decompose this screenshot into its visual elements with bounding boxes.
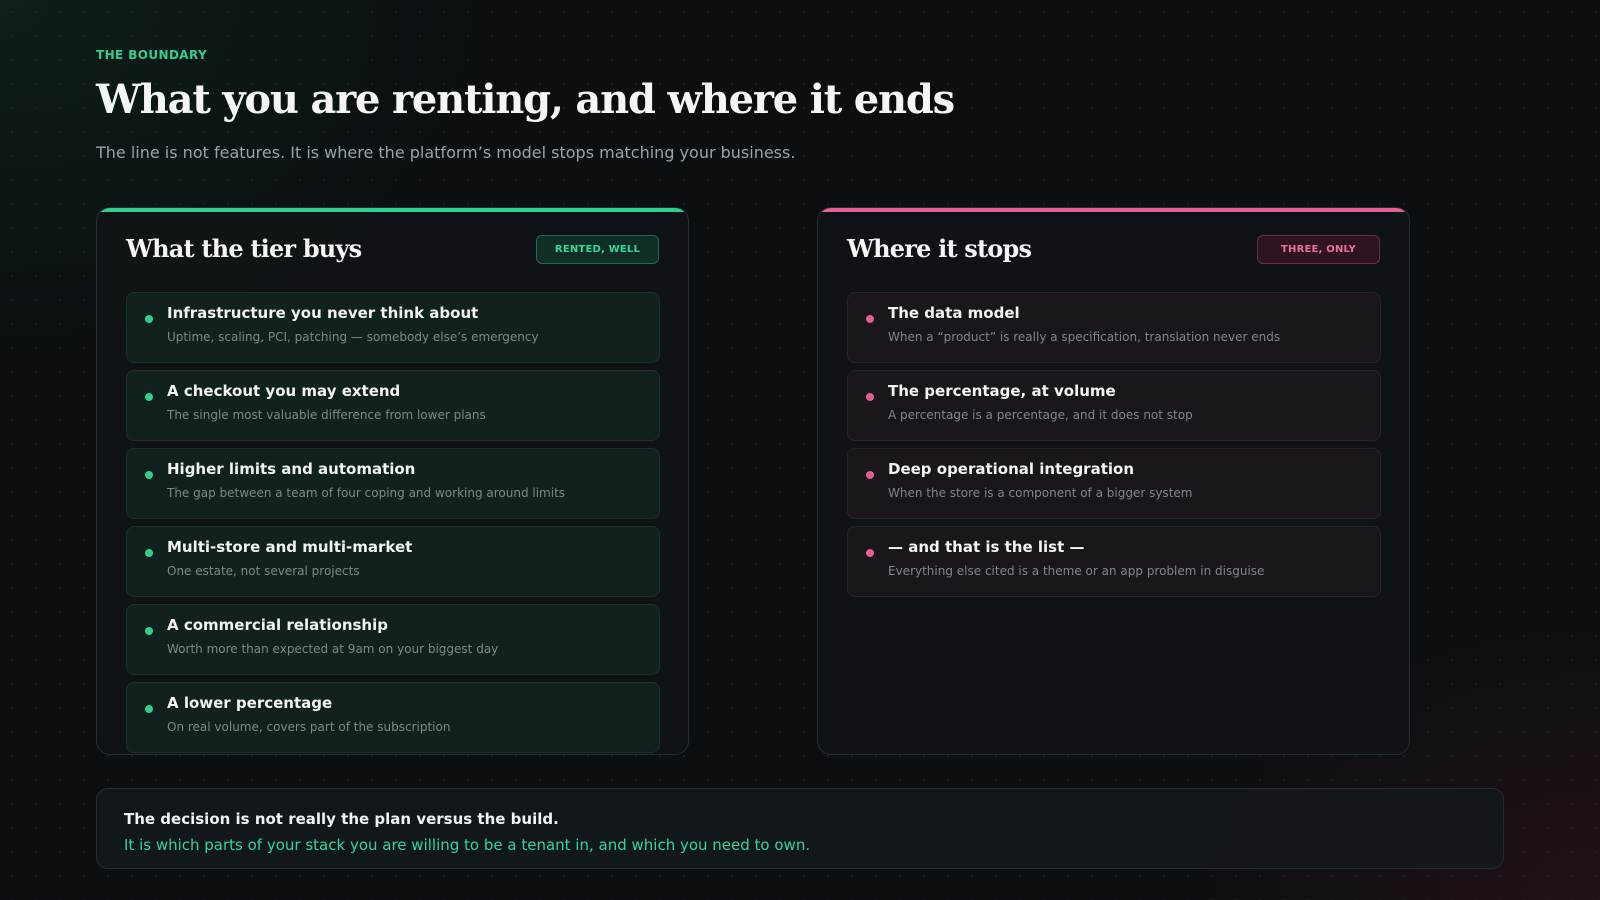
item-title: Deep operational integration <box>888 460 1134 478</box>
item-title: Multi-store and multi-market <box>167 538 413 556</box>
bullet-dot-icon <box>145 393 153 401</box>
bullet-dot-icon <box>145 627 153 635</box>
panel-accent-bar <box>818 208 1409 212</box>
summary-highlight: It is which parts of your stack you are … <box>124 836 811 854</box>
bullet-dot-icon <box>145 471 153 479</box>
item-description: When the store is a component of a bigge… <box>888 486 1193 500</box>
list-item: A checkout you may extend The single mos… <box>126 370 660 441</box>
summary-statement: The decision is not really the plan vers… <box>124 810 559 828</box>
summary-callout: The decision is not really the plan vers… <box>96 788 1504 869</box>
item-description: When a “product” is really a specificati… <box>888 330 1281 344</box>
item-title: A commercial relationship <box>167 616 388 634</box>
list-item: Higher limits and automation The gap bet… <box>126 448 660 519</box>
item-list: The data model When a “product” is reall… <box>847 292 1381 604</box>
bullet-dot-icon <box>866 471 874 479</box>
item-title: Infrastructure you never think about <box>167 304 479 322</box>
bullet-dot-icon <box>145 705 153 713</box>
list-item: — and that is the list — Everything else… <box>847 526 1381 597</box>
list-item: Multi-store and multi-market One estate,… <box>126 526 660 597</box>
status-badge: THREE, ONLY <box>1257 235 1380 264</box>
item-description: A percentage is a percentage, and it doe… <box>888 408 1193 422</box>
panel-title: Where it stops <box>847 234 1032 263</box>
panel-accent-bar <box>97 208 688 212</box>
item-description: Everything else cited is a theme or an a… <box>888 564 1265 578</box>
page-subtitle: The line is not features. It is where th… <box>96 143 796 162</box>
item-description: Uptime, scaling, PCI, patching — somebod… <box>167 330 539 344</box>
list-item: A lower percentage On real volume, cover… <box>126 682 660 753</box>
item-description: The gap between a team of four coping an… <box>167 486 566 500</box>
eyebrow-label: THE BOUNDARY <box>96 48 208 62</box>
bullet-dot-icon <box>145 315 153 323</box>
item-description: One estate, not several projects <box>167 564 360 578</box>
tier-buys-panel: What the tier buys RENTED, WELL Infrastr… <box>96 207 689 755</box>
item-description: The single most valuable difference from… <box>167 408 486 422</box>
item-title: The percentage, at volume <box>888 382 1116 400</box>
item-list: Infrastructure you never think about Upt… <box>126 292 660 754</box>
list-item: The percentage, at volume A percentage i… <box>847 370 1381 441</box>
bullet-dot-icon <box>866 549 874 557</box>
page-title: What you are renting, and where it ends <box>96 76 955 123</box>
panel-title: What the tier buys <box>126 234 362 263</box>
bullet-dot-icon <box>145 549 153 557</box>
list-item: Infrastructure you never think about Upt… <box>126 292 660 363</box>
item-title: A lower percentage <box>167 694 333 712</box>
list-item: Deep operational integration When the st… <box>847 448 1381 519</box>
bullet-dot-icon <box>866 315 874 323</box>
item-description: Worth more than expected at 9am on your … <box>167 642 499 656</box>
item-title: A checkout you may extend <box>167 382 401 400</box>
item-title: Higher limits and automation <box>167 460 416 478</box>
where-it-stops-panel: Where it stops THREE, ONLY The data mode… <box>817 207 1410 755</box>
list-item: The data model When a “product” is reall… <box>847 292 1381 363</box>
item-title: The data model <box>888 304 1020 322</box>
item-description: On real volume, covers part of the subsc… <box>167 720 451 734</box>
bullet-dot-icon <box>866 393 874 401</box>
item-title: — and that is the list — <box>888 538 1085 556</box>
list-item: A commercial relationship Worth more tha… <box>126 604 660 675</box>
status-badge: RENTED, WELL <box>536 235 659 264</box>
